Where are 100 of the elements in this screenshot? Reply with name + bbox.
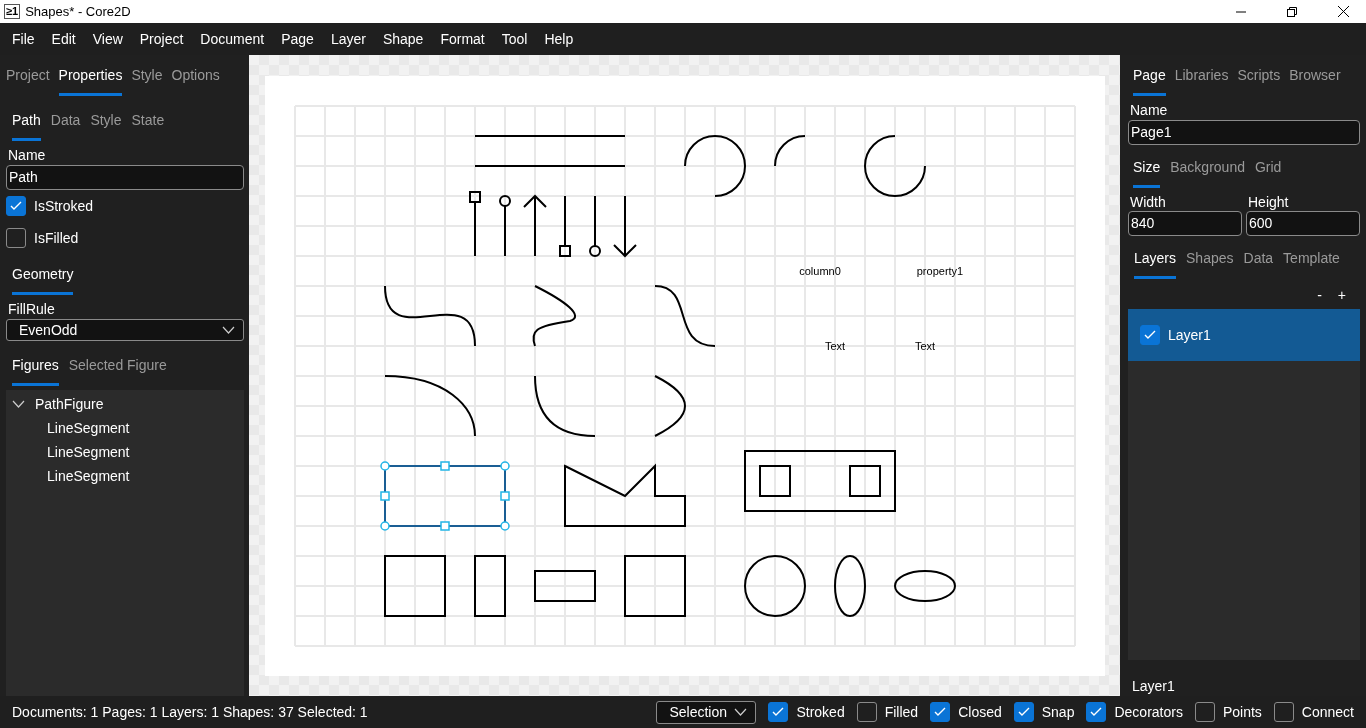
curve-shape [653,284,716,347]
checkbox[interactable] [1013,702,1034,722]
field-label: Height [1248,194,1290,210]
tab[interactable]: Layers [1134,246,1177,279]
menu-item[interactable]: Document [192,27,273,51]
tab[interactable]: Libraries [1174,63,1229,96]
tab[interactable]: Path [12,108,41,141]
curve-shape [653,374,686,437]
arrow-down [612,194,637,257]
layer-name: Layer1 [1168,327,1211,343]
checkmark-icon [934,707,947,717]
rectangle-shape [623,554,686,617]
circle-shape [743,554,806,617]
tab[interactable]: State [131,108,165,141]
checkbox[interactable] [856,702,877,722]
tool-dropdown[interactable]: Selection [656,700,757,724]
current-layer-label: Layer1 [1131,677,1176,696]
checkbox-label: Closed [958,704,1002,720]
checkmark-icon [772,707,785,717]
menu-item[interactable]: Shape [374,27,432,51]
tab[interactable]: Page [1133,63,1166,96]
tab[interactable]: Geometry [12,262,74,295]
tree-item[interactable]: LineSegment [47,444,130,460]
checkmark-icon [1017,707,1030,717]
field-label: FillRule [8,301,56,317]
tab[interactable]: Options [171,63,220,96]
fill-rule-dropdown[interactable]: EvenOdd [6,319,244,341]
arc-shape [683,134,746,197]
tab[interactable]: Scripts [1237,63,1281,96]
tree-item[interactable]: LineSegment [47,420,130,436]
tab[interactable]: Selected Figure [68,353,167,386]
ellipse-shape [833,554,866,617]
checkbox[interactable] [930,702,951,722]
ellipse-shape [893,569,956,602]
tab[interactable]: Figures [12,353,59,386]
menu-item[interactable]: Page [273,27,322,51]
window-title: Shapes* - Core2D [25,4,132,19]
rectangle-shape [533,569,596,602]
name-field[interactable]: Page1 [1128,120,1360,145]
tab[interactable]: Style [131,63,163,96]
tab[interactable]: Shapes [1186,246,1234,279]
checkbox[interactable] [768,702,789,722]
checkbox[interactable] [1140,325,1160,345]
checkbox[interactable] [1194,702,1215,722]
canvas-text: Text [824,339,845,352]
tab[interactable]: Properties [58,63,123,96]
checkbox-label: IsStroked [34,198,94,214]
canvas-text: property1 [916,264,963,277]
tree-item[interactable]: LineSegment [47,468,130,484]
tab[interactable]: Project [6,63,50,96]
chevron-icon[interactable] [12,400,25,408]
layer-button[interactable]: - [1317,287,1322,303]
number-field[interactable]: 840 [1128,211,1242,236]
checkbox-label: Stroked [796,704,845,720]
selected-rectangle[interactable] [379,460,510,531]
field-label: Width [1130,194,1167,210]
tab[interactable]: Size [1133,155,1161,188]
checkbox-label: Points [1222,704,1262,720]
tab[interactable]: Browser [1289,63,1341,96]
menu-item[interactable]: View [84,27,131,51]
tree-item[interactable]: PathFigure [35,396,104,412]
field-label: Name [8,147,47,163]
tab[interactable]: Data [1243,246,1274,279]
arrow-up [522,194,547,257]
checkmark-icon [10,201,22,211]
canvas-text: Text [914,339,935,352]
number-field[interactable]: 600 [1246,211,1360,236]
arc-shape [863,134,926,197]
checkbox[interactable] [6,196,26,216]
app-logo: ≥1 [4,4,21,19]
line-with-square-end [558,194,571,257]
status-text: Documents: 1 Pages: 1 Layers: 1 Shapes: 37 Selected: 1 [12,704,369,720]
tab[interactable]: Grid [1254,155,1282,188]
menu-item[interactable]: Project [131,27,192,51]
tab[interactable]: Template [1283,246,1340,279]
tab[interactable]: Style [90,108,122,141]
tab[interactable]: Data [50,108,81,141]
menu-item[interactable]: File [4,27,43,51]
close-icon [1337,6,1349,17]
rectangle-shape [383,554,446,617]
menu-item[interactable]: Tool [493,27,536,51]
tab[interactable]: Background [1170,155,1245,188]
menu-item[interactable]: Layer [322,27,374,51]
checkbox[interactable] [6,228,26,248]
arc-shape [773,134,806,167]
menu-item[interactable]: Edit [43,27,84,51]
menu-item[interactable]: Format [432,27,493,51]
checkbox-label: IsFilled [34,230,79,246]
restore-icon [1287,6,1297,17]
caret-icon [734,708,748,716]
checkmark-icon [1144,330,1156,340]
layer-row[interactable]: Layer1 [1128,309,1360,361]
menu-item[interactable]: Help [536,27,582,51]
name-field[interactable]: Path [6,165,244,190]
rectangle-shape [473,554,506,617]
layer-button[interactable]: + [1337,287,1346,303]
checkbox[interactable] [1273,702,1294,722]
curve-shape [531,284,576,347]
checkbox[interactable] [1086,702,1107,722]
caret-icon [222,326,235,334]
